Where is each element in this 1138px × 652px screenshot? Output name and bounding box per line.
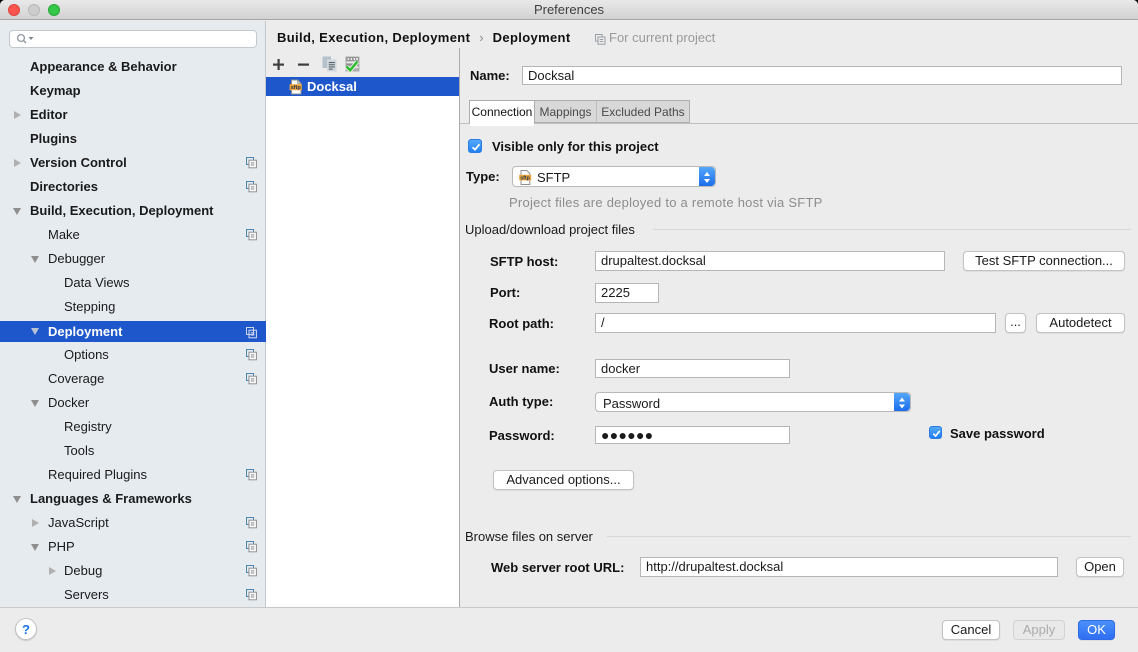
svg-text:sftp: sftp xyxy=(520,175,530,181)
svg-text:sftp: sftp xyxy=(291,85,302,91)
